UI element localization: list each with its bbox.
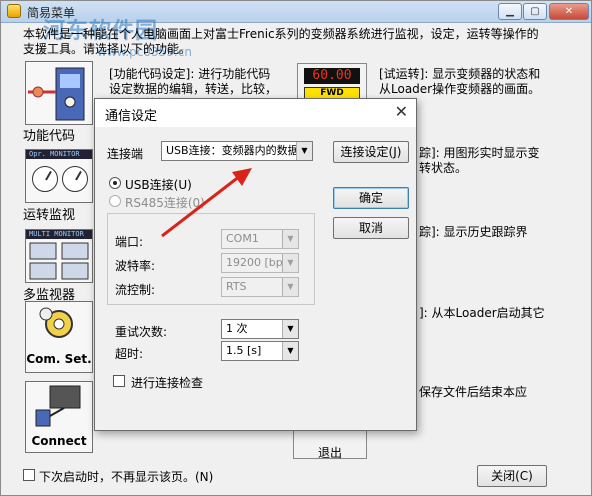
arrow-line	[161, 174, 241, 238]
annotation-arrow	[161, 168, 252, 238]
arrow-head	[232, 168, 252, 186]
